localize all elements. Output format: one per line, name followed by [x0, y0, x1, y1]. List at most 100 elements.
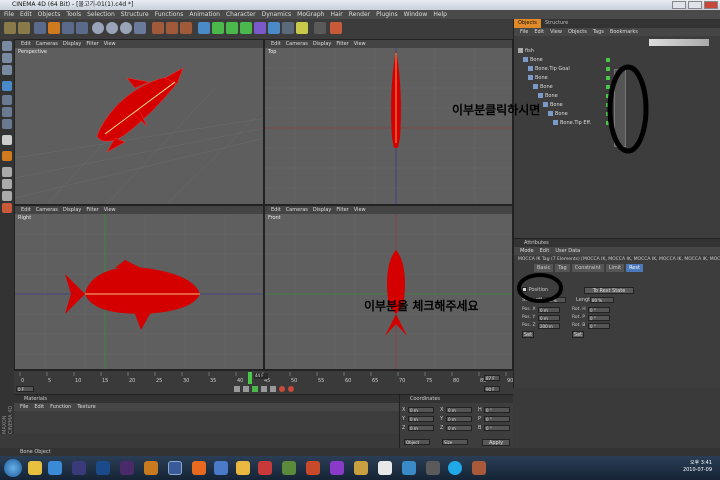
menu-help[interactable]: Help	[433, 10, 447, 19]
to-rest-state-button[interactable]: To Rest State	[584, 287, 634, 294]
tree-item[interactable]: Bone	[548, 110, 568, 118]
app-icon-7[interactable]	[330, 461, 344, 475]
menu-file[interactable]: File	[4, 10, 14, 19]
go-end-icon[interactable]	[270, 386, 276, 392]
rest-value-field[interactable]: 200 m	[538, 323, 560, 329]
mat-menu-file[interactable]: File	[20, 403, 28, 411]
tree-item[interactable]: Bone	[533, 83, 553, 91]
viewport-right[interactable]: Edit Cameras Display Filter View Right	[14, 205, 264, 370]
layout-icon[interactable]	[330, 22, 342, 34]
menu-edit[interactable]: Edit	[20, 10, 32, 19]
menu-selection[interactable]: Selection	[87, 10, 115, 19]
x-ray-icon[interactable]	[2, 203, 12, 213]
array-icon[interactable]	[240, 22, 252, 34]
coord-mode-select[interactable]: Object	[404, 439, 430, 445]
prev-key-icon[interactable]	[243, 386, 249, 392]
app-icon-9[interactable]	[378, 461, 392, 475]
app-icon-4[interactable]	[258, 461, 272, 475]
obj-menu-edit[interactable]: Edit	[534, 28, 544, 36]
tab-rest[interactable]: Rest	[626, 264, 643, 272]
viewport-perspective[interactable]: Edit Cameras Display Filter View Perspec…	[14, 39, 264, 205]
menu-objects[interactable]: Objects	[38, 10, 61, 19]
tree-item[interactable]: Bone.Tip Eff.	[553, 119, 592, 127]
vp-menu-cameras[interactable]: Cameras	[286, 206, 308, 214]
menu-mograph[interactable]: MoGraph	[297, 10, 324, 19]
app-icon-5[interactable]	[282, 461, 296, 475]
after-effects-icon[interactable]	[72, 461, 86, 475]
undo-icon[interactable]	[4, 22, 16, 34]
checker-icon[interactable]	[2, 135, 12, 145]
rotate-icon[interactable]	[76, 22, 88, 34]
menu-dynamics[interactable]: Dynamics	[262, 10, 292, 19]
vp-menu-display[interactable]: Display	[63, 40, 81, 48]
render-region-icon[interactable]	[152, 22, 164, 34]
vp-menu-edit[interactable]: Edit	[21, 206, 31, 214]
app-icon-11[interactable]	[426, 461, 440, 475]
lock-icon[interactable]	[2, 191, 12, 201]
nurbs-icon[interactable]	[226, 22, 238, 34]
end-frame-field-2[interactable]: 87 F	[484, 375, 500, 381]
close-button[interactable]	[704, 1, 718, 9]
render-settings-icon[interactable]	[180, 22, 192, 34]
viewport-front[interactable]: Edit Cameras Display Filter View Front	[264, 205, 513, 370]
tab-objects[interactable]: Objects	[514, 19, 541, 28]
object-mode-icon[interactable]	[2, 53, 12, 63]
vp-menu-cameras[interactable]: Cameras	[36, 206, 58, 214]
polygons-mode-icon[interactable]	[2, 119, 12, 129]
tree-item[interactable]: Bone.Tip Goal	[528, 65, 570, 73]
menu-hair[interactable]: Hair	[330, 10, 342, 19]
length-field[interactable]: 80 %	[590, 297, 614, 303]
vp-menu-edit[interactable]: Edit	[271, 40, 281, 48]
start-button-icon[interactable]	[4, 459, 22, 477]
go-start-icon[interactable]	[234, 386, 240, 392]
tree-item[interactable]: Bone	[523, 56, 543, 64]
coord-value-field[interactable]: 0 m	[408, 407, 434, 413]
mat-menu-function[interactable]: Function	[50, 403, 71, 411]
app-icon-1[interactable]	[192, 461, 206, 475]
coord-value-field[interactable]: 0 °	[484, 416, 510, 422]
tag-icon[interactable]	[314, 22, 326, 34]
render-view-icon[interactable]	[166, 22, 178, 34]
rest-value-field[interactable]: 0 °	[588, 307, 610, 313]
tree-item[interactable]: Bone	[538, 92, 558, 100]
tab-constraint[interactable]: Constraint	[571, 264, 604, 272]
menu-functions[interactable]: Functions	[155, 10, 184, 19]
play-icon[interactable]	[252, 386, 258, 392]
menu-plugins[interactable]: Plugins	[376, 10, 398, 19]
menu-window[interactable]: Window	[404, 10, 428, 19]
end-frame-field[interactable]: 90 F	[484, 386, 500, 392]
vp-menu-cameras[interactable]: Cameras	[36, 40, 58, 48]
menu-tools[interactable]: Tools	[66, 10, 81, 19]
viewport-top[interactable]: Edit Cameras Display Filter View Top	[264, 39, 513, 205]
tab-limit[interactable]: Limit	[605, 264, 625, 272]
mat-menu-edit[interactable]: Edit	[34, 403, 44, 411]
attr-menu-userdata[interactable]: User Data	[555, 247, 580, 255]
vp-menu-display[interactable]: Display	[313, 40, 331, 48]
app-icon-8[interactable]	[354, 461, 368, 475]
tree-item[interactable]: Bone	[543, 101, 563, 109]
current-frame-field[interactable]: 44 F	[254, 373, 268, 379]
obj-menu-objects[interactable]: Objects	[568, 28, 587, 36]
tree-item[interactable]: Bone	[528, 74, 548, 82]
coord-value-field[interactable]: 0 m	[446, 407, 472, 413]
world-coord-icon[interactable]	[134, 22, 146, 34]
autokey-icon[interactable]	[288, 386, 294, 392]
explorer-icon[interactable]	[28, 461, 42, 475]
edges-mode-icon[interactable]	[2, 107, 12, 117]
obj-menu-view[interactable]: View	[550, 28, 562, 36]
texture-mode-icon[interactable]	[2, 65, 12, 75]
mat-menu-texture[interactable]: Texture	[77, 403, 95, 411]
attr-menu-edit[interactable]: Edit	[540, 247, 550, 255]
menu-structure[interactable]: Structure	[121, 10, 149, 19]
scene-icon[interactable]	[268, 22, 280, 34]
menu-animation[interactable]: Animation	[189, 10, 220, 19]
playhead[interactable]	[248, 372, 252, 384]
deformer-icon[interactable]	[254, 22, 266, 34]
y-axis-icon[interactable]	[106, 22, 118, 34]
tab-structure[interactable]: Structure	[541, 19, 572, 28]
z-axis-icon[interactable]	[120, 22, 132, 34]
rest-value-field[interactable]: 0 m	[538, 307, 560, 313]
vp-menu-filter[interactable]: Filter	[336, 40, 348, 48]
scale-icon[interactable]	[62, 22, 74, 34]
menu-character[interactable]: Character	[226, 10, 256, 19]
